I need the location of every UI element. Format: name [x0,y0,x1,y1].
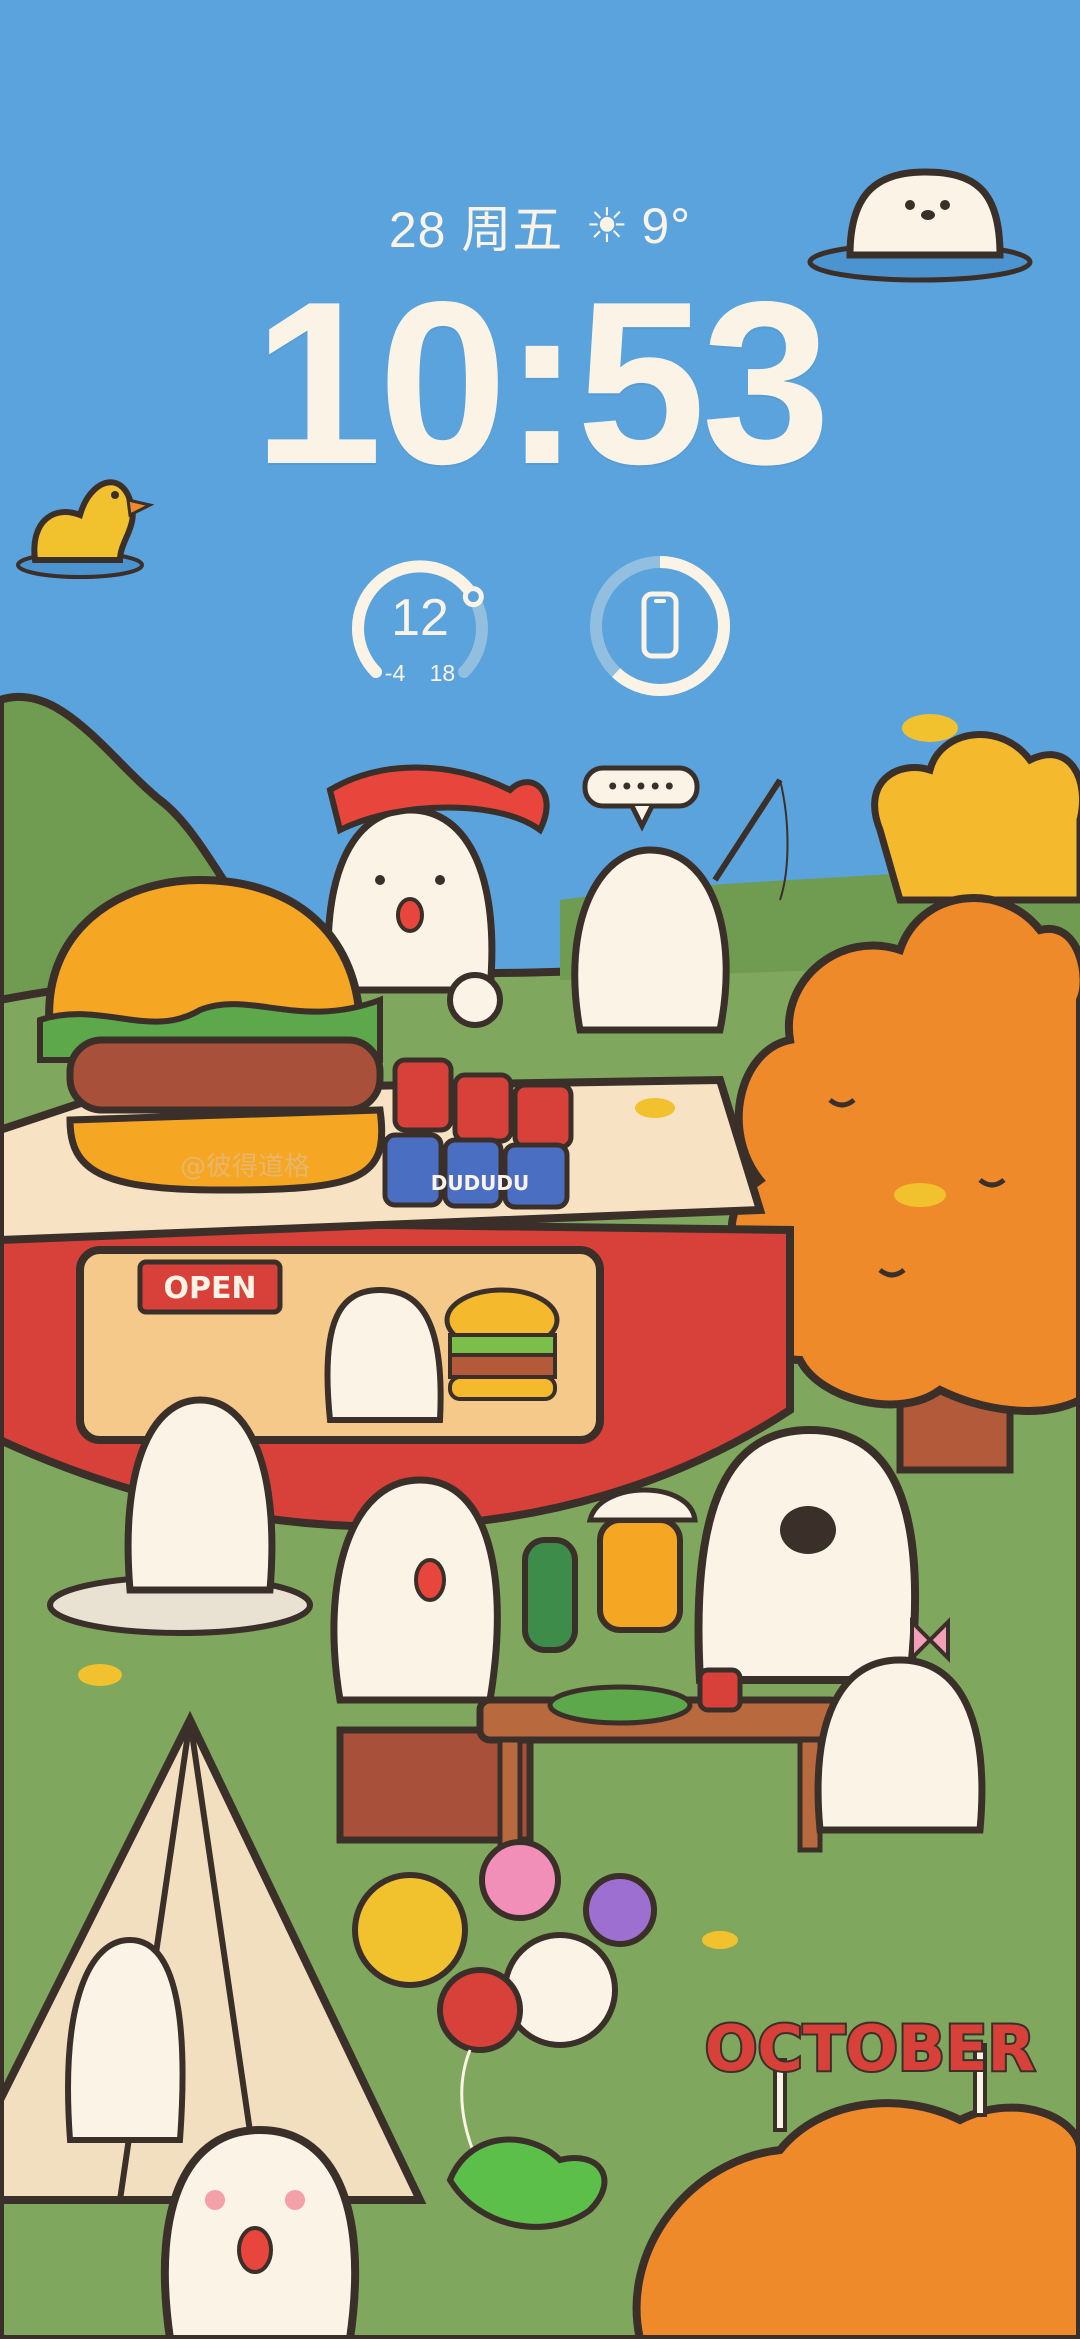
foreground-bear-illustration [160,2125,360,2339]
october-sign-text: OCTOBER [705,2012,1036,2085]
battery-ring [590,556,730,696]
battery-widget[interactable] [586,552,734,700]
high-temperature: 18 [429,660,456,686]
letter-blocks-text: DUDUDU [431,1171,530,1195]
date-label: 28 周五 [388,202,564,258]
watermark-text: @彼得道格 [180,1152,310,1182]
current-temperature: 12 [391,589,449,647]
lock-clock: 10:53 [253,254,830,513]
speech-bubble-dots: ••••• [606,773,677,801]
open-sign-text: OPEN [163,1271,256,1306]
sun-icon: ☀ [585,200,630,253]
weather-temperature: 9° [641,198,692,254]
low-temperature: -4 [384,660,406,686]
temperature-gauge-widget[interactable]: 12 -4 18 [346,552,494,700]
temperature-range: -4 18 [346,662,494,685]
phone-icon [641,591,679,659]
date-weather-row: 28 周五 ☀ 9° [0,190,1080,262]
